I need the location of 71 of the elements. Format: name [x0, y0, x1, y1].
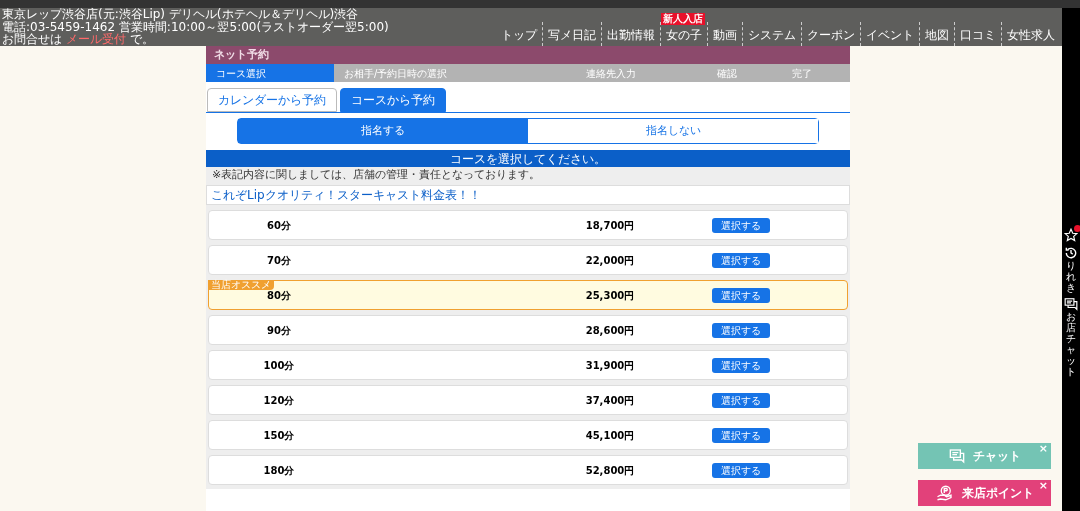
select-button[interactable]: 選択する — [712, 287, 770, 303]
coin-hand-icon — [935, 484, 954, 502]
disclaimer-text: ※表記内容に関しましては、店舗の管理・責任となっております。 — [206, 167, 850, 183]
step-indicator: お相手/予約日時の選択 — [343, 66, 449, 81]
course-row[interactable]: 100分 31,900円 選択する — [208, 350, 848, 380]
nav-link[interactable]: 地図 — [925, 28, 949, 42]
contact-text: お問合せは — [2, 33, 62, 46]
tool-label: お店チャット — [1065, 311, 1077, 377]
page-title: ネット予約 — [214, 46, 269, 63]
chat-bubbles-icon — [1064, 297, 1078, 311]
course-row[interactable]: 120分 37,400円 選択する — [208, 385, 848, 415]
course-duration: 150分 — [262, 428, 296, 443]
course-duration: 90分 — [266, 323, 292, 338]
course-duration: 100分 — [262, 358, 296, 373]
course-row[interactable]: 180分 52,800円 選択する — [208, 455, 848, 485]
contact-text: で。 — [130, 33, 154, 46]
course-duration: 180分 — [262, 463, 296, 478]
select-button[interactable]: 選択する — [712, 357, 770, 373]
course-price: 37,400円 — [585, 393, 635, 408]
course-row[interactable]: 70分 22,000円 選択する — [208, 245, 848, 275]
step-indicator: 連絡先入力 — [585, 66, 637, 81]
shop-info-text: 東京レップ渋谷店(元:渋谷Lip) デリヘル(ホテヘル＆デリヘル)渋谷 — [2, 8, 360, 21]
widget-label: チャット — [972, 448, 1021, 465]
new-badge: 新人入店 — [661, 13, 705, 25]
course-price: 28,600円 — [585, 323, 635, 338]
nav-link[interactable]: 写メ日記 — [548, 28, 596, 42]
tool-label: りれき — [1065, 260, 1077, 293]
step-indicator: 確認 — [716, 66, 738, 81]
step-indicator: コース選択 — [206, 64, 334, 82]
select-button[interactable]: 選択する — [712, 252, 770, 268]
select-button[interactable]: 選択する — [712, 217, 770, 233]
nav-link[interactable]: 動画 — [713, 28, 737, 42]
course-duration: 80分 — [266, 289, 292, 303]
nav-link[interactable]: クーポン — [807, 28, 855, 42]
close-button[interactable]: × — [1038, 480, 1048, 492]
course-duration: 120分 — [262, 393, 296, 408]
nav-link[interactable]: 口コミ — [960, 28, 996, 42]
course-price: 18,700円 — [585, 218, 635, 233]
points-widget[interactable]: 来店ポイント × — [918, 480, 1051, 506]
select-button[interactable]: 選択する — [712, 392, 770, 408]
history-icon[interactable] — [1064, 246, 1078, 260]
instruction-banner: コースを選択してください。 — [206, 150, 850, 167]
nav-link[interactable]: トップ — [501, 28, 537, 42]
course-row[interactable]: 当店オススメ 80分 25,300円 選択する — [208, 280, 848, 310]
course-duration: 60分 — [266, 218, 292, 233]
course-duration: 70分 — [266, 253, 292, 268]
nav-link[interactable]: 女の子 — [666, 28, 702, 42]
step-indicator: 完了 — [791, 66, 813, 81]
nav-link[interactable]: イベント — [866, 28, 914, 42]
course-price: 22,000円 — [585, 253, 635, 268]
chat-bubbles-icon — [948, 448, 965, 464]
widget-label: 来店ポイント — [961, 485, 1034, 502]
nav-link[interactable]: 女性求人 — [1007, 28, 1055, 42]
course-price: 45,100円 — [585, 428, 635, 443]
select-button[interactable]: 選択する — [712, 322, 770, 338]
recommend-badge: 当店オススメ — [208, 280, 274, 290]
nav-link[interactable]: 出勤情報 — [607, 28, 655, 42]
select-button[interactable]: 選択する — [712, 462, 770, 478]
nav-link[interactable]: システム — [748, 28, 796, 42]
shop-info-text: 電話:03-5459-1462 営業時間:10:00～翌5:00(ラストオーダー翌5:00) — [2, 20, 389, 33]
star-icon[interactable] — [1064, 228, 1078, 242]
select-button[interactable]: 選択する — [712, 427, 770, 443]
tab[interactable]: カレンダーから予約 — [207, 88, 337, 112]
course-price: 52,800円 — [585, 463, 635, 478]
course-row[interactable]: 60分 18,700円 選択する — [208, 210, 848, 240]
course-price: 31,900円 — [585, 358, 635, 373]
course-price: 25,300円 — [585, 288, 635, 303]
toggle-option[interactable]: 指名する — [238, 119, 528, 143]
course-row[interactable]: 90分 28,600円 選択する — [208, 315, 848, 345]
tab[interactable]: コースから予約 — [340, 88, 446, 112]
course-row[interactable]: 150分 45,100円 選択する — [208, 420, 848, 450]
